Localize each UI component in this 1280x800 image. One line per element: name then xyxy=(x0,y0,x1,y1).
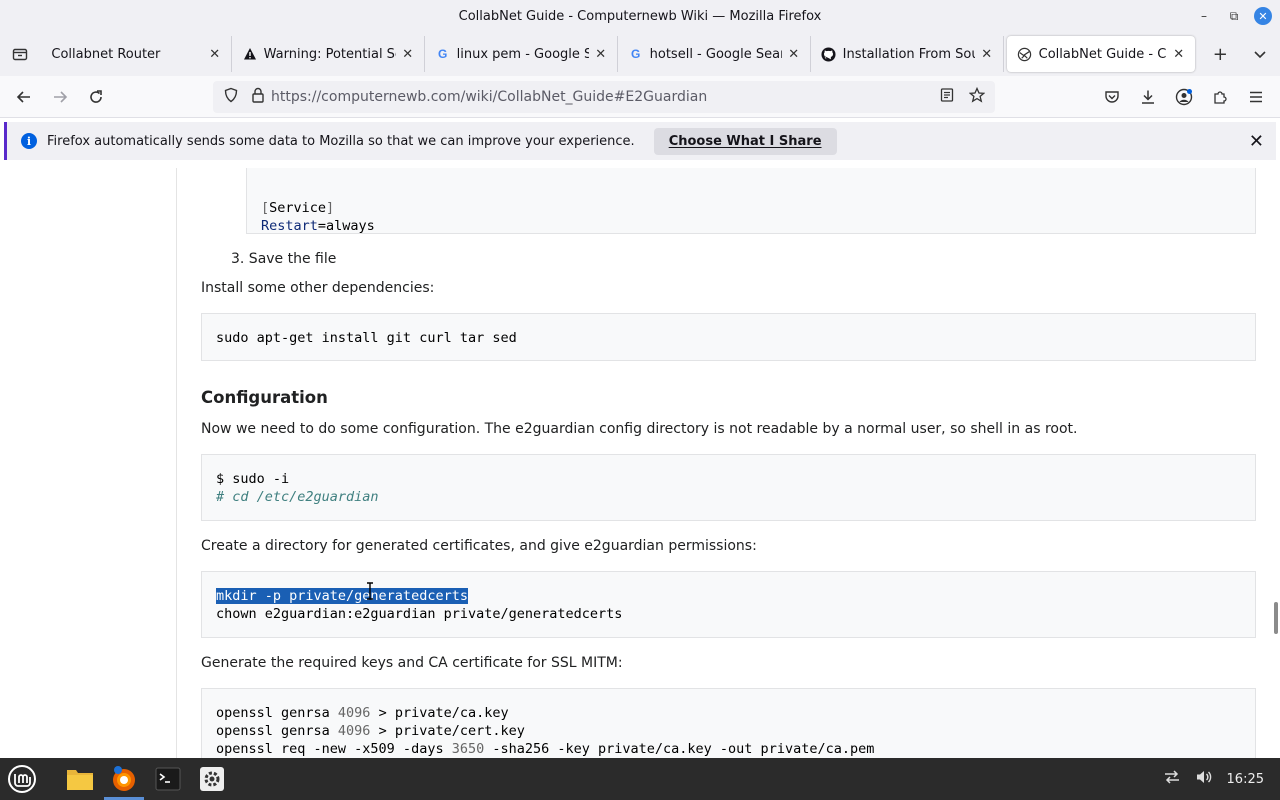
page-content: [Service] Restart=always 3. Save the fil… xyxy=(0,168,1280,758)
url-bar[interactable]: https://computernewb.com/wiki/CollabNet_… xyxy=(213,81,995,113)
mint-menu-icon[interactable] xyxy=(0,758,44,800)
keys-code-block: openssl genrsa 4096 > private/ca.key ope… xyxy=(201,688,1256,758)
configuration-heading: Configuration xyxy=(201,388,328,407)
notification-message: Firefox automatically sends some data to… xyxy=(47,133,635,149)
back-arrow-icon[interactable] xyxy=(6,81,42,113)
close-tab-icon[interactable]: ✕ xyxy=(593,47,609,62)
code-token: Restart xyxy=(261,218,318,234)
pocket-icon[interactable] xyxy=(1096,81,1128,113)
code-token: [ xyxy=(261,200,270,216)
window-title: CollabNet Guide - Computernewb Wiki — Mo… xyxy=(458,8,822,24)
code-token: openssl req -new -x509 -days xyxy=(216,741,452,757)
firefox-view-icon[interactable] xyxy=(0,32,39,76)
downloads-icon[interactable] xyxy=(1132,81,1164,113)
account-icon[interactable] xyxy=(1168,81,1200,113)
tab-list-chevron-down-icon[interactable] xyxy=(1240,32,1280,76)
tab-title: Installation From Sourc xyxy=(842,46,975,62)
maximize-icon[interactable]: ⧉ xyxy=(1224,6,1244,26)
shield-icon[interactable] xyxy=(223,87,239,107)
reader-view-icon[interactable] xyxy=(939,87,955,107)
service-code-block: [Service] Restart=always xyxy=(246,168,1256,234)
lock-icon[interactable] xyxy=(251,87,265,107)
page-scrollbar-thumb[interactable] xyxy=(1274,602,1278,634)
tab-title: Collabnet Router xyxy=(51,46,161,62)
tab-title: CollabNet Guide - Com xyxy=(1038,46,1167,62)
code-line: # cd /etc/e2guardian xyxy=(216,489,379,505)
code-token: =always xyxy=(317,218,375,234)
certs-intro-text: Create a directory for generated certifi… xyxy=(201,538,757,554)
step-3-text: 3. Save the file xyxy=(231,251,337,267)
close-tab-icon[interactable]: ✕ xyxy=(207,47,223,62)
text-cursor-icon xyxy=(365,582,375,604)
close-tab-icon[interactable]: ✕ xyxy=(979,47,995,62)
tab-hotsell[interactable]: G hotsell - Google Search ✕ xyxy=(618,36,811,72)
tab-bar: Collabnet Router ✕ Warning: Potential Se… xyxy=(0,32,1280,76)
code-token: -sha256 -key private/ca.key -out private… xyxy=(484,741,875,757)
deps-intro-text: Install some other dependencies: xyxy=(201,280,435,296)
new-tab-icon[interactable]: + xyxy=(1201,32,1240,76)
window-controls: – ⧉ ✕ xyxy=(1194,6,1272,26)
url-text[interactable]: https://computernewb.com/wiki/CollabNet_… xyxy=(271,89,707,105)
keys-intro-text: Generate the required keys and CA certif… xyxy=(201,655,623,671)
hamburger-menu-icon[interactable] xyxy=(1240,81,1272,113)
code-line: sudo apt-get install git curl tar sed xyxy=(216,330,517,346)
settings-gear-icon[interactable] xyxy=(190,758,234,800)
tab-title: hotsell - Google Search xyxy=(649,46,782,62)
minimize-icon[interactable]: – xyxy=(1194,6,1214,26)
certs-code-block: mkdir -p private/generatedcerts chown e2… xyxy=(201,571,1256,638)
warning-icon xyxy=(242,46,258,62)
tab-installation[interactable]: Installation From Sourc ✕ xyxy=(811,36,1004,72)
files-folder-icon[interactable] xyxy=(58,758,102,800)
info-icon: i xyxy=(21,133,37,149)
clock[interactable]: 16:25 xyxy=(1227,772,1264,787)
window-titlebar: CollabNet Guide - Computernewb Wiki — Mo… xyxy=(0,0,1280,32)
google-icon: G xyxy=(630,47,641,61)
code-line: $ sudo -i xyxy=(216,471,290,487)
code-token: 3650 xyxy=(451,741,485,757)
data-collection-notification: i Firefox automatically sends some data … xyxy=(4,122,1276,160)
code-token: 4096 xyxy=(337,705,371,721)
code-token: Service xyxy=(269,200,327,216)
code-line: chown e2guardian:e2guardian private/gene… xyxy=(216,606,623,622)
system-taskbar: 16:25 xyxy=(0,758,1280,800)
code-token: ] xyxy=(326,200,335,216)
google-icon: G xyxy=(437,47,448,61)
close-window-icon[interactable]: ✕ xyxy=(1254,7,1272,25)
code-token: openssl genrsa xyxy=(216,723,338,739)
code-token: > private/ca.key xyxy=(370,705,509,721)
close-tab-icon[interactable]: ✕ xyxy=(786,47,802,62)
terminal-icon[interactable] xyxy=(146,758,190,800)
volume-icon[interactable] xyxy=(1195,769,1213,789)
close-notification-icon[interactable]: ✕ xyxy=(1249,131,1264,152)
tab-title: Warning: Potential Sec xyxy=(263,46,396,62)
tab-collabnet-guide[interactable]: CollabNet Guide - Com ✕ xyxy=(1006,36,1195,72)
tab-warning[interactable]: Warning: Potential Sec ✕ xyxy=(232,36,425,72)
close-tab-icon[interactable]: ✕ xyxy=(400,47,416,62)
firefox-taskbar-icon[interactable] xyxy=(102,758,146,800)
close-tab-icon[interactable]: ✕ xyxy=(1171,47,1187,62)
forward-arrow-icon[interactable] xyxy=(42,81,78,113)
config-intro-text: Now we need to do some configuration. Th… xyxy=(201,421,1078,437)
selected-code-line: mkdir -p private/generatedcerts xyxy=(216,588,468,604)
sidebar-divider xyxy=(176,168,177,758)
tab-linux-pem[interactable]: G linux pem - Google Sea ✕ xyxy=(425,36,618,72)
code-token: openssl genrsa xyxy=(216,705,338,721)
choose-what-i-share-button[interactable]: Choose What I Share xyxy=(653,127,837,155)
code-token: > private/cert.key xyxy=(370,723,525,739)
tab-collabnet-router[interactable]: Collabnet Router ✕ xyxy=(41,36,232,72)
root-shell-code-block: $ sudo -i # cd /etc/e2guardian xyxy=(201,454,1256,521)
network-icon[interactable] xyxy=(1163,769,1181,789)
bookmark-star-icon[interactable] xyxy=(968,86,986,107)
github-icon xyxy=(821,46,837,62)
navigation-toolbar: https://computernewb.com/wiki/CollabNet_… xyxy=(0,76,1280,118)
code-token: 4096 xyxy=(337,723,371,739)
reload-icon[interactable] xyxy=(78,81,114,113)
extensions-icon[interactable] xyxy=(1204,81,1236,113)
tab-title: linux pem - Google Sea xyxy=(456,46,589,62)
deps-code-block: sudo apt-get install git curl tar sed xyxy=(201,313,1256,361)
wiki-icon xyxy=(1017,46,1033,62)
